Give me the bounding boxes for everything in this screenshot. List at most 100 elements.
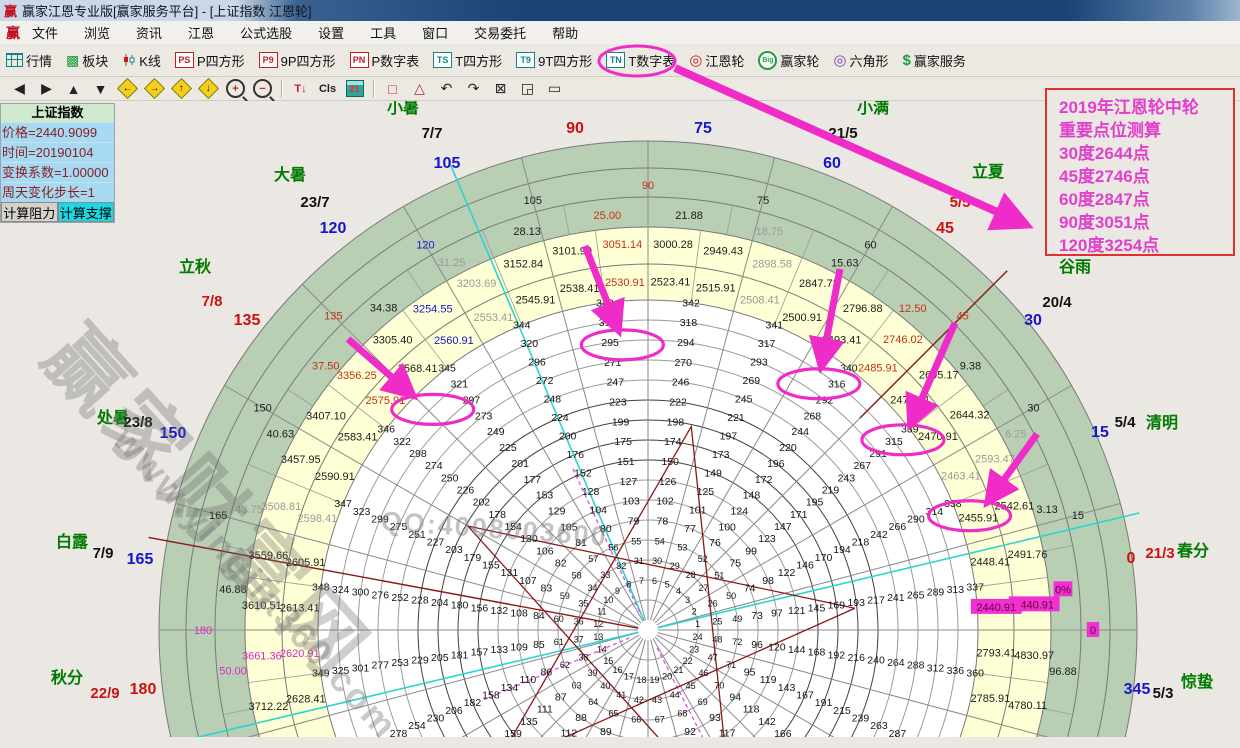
tool-cls-button[interactable]: Cls <box>314 79 341 99</box>
tool-calendar-button[interactable]: 21 <box>341 79 368 99</box>
toolbar-button-9p-square[interactable]: P99P四方形 <box>257 48 338 72</box>
menu-item-8[interactable]: 交易委托 <box>474 23 526 42</box>
svg-text:180: 180 <box>451 600 469 612</box>
svg-text:34.38: 34.38 <box>370 303 398 315</box>
svg-text:0%: 0% <box>1055 584 1071 596</box>
svg-text:143: 143 <box>778 682 796 694</box>
menu-item-5[interactable]: 设置 <box>318 23 344 42</box>
wheel-outer-label: 7/8 <box>202 293 223 310</box>
svg-text:240: 240 <box>867 655 885 667</box>
tool-draw-triangle-button[interactable]: △ <box>406 79 433 99</box>
svg-text:325: 325 <box>332 665 350 677</box>
svg-text:263: 263 <box>870 720 888 732</box>
menu-item-9[interactable]: 帮助 <box>552 23 578 42</box>
toolbar-button-quotes[interactable]: 行情 <box>4 48 54 72</box>
tool-screen-button[interactable]: ▭ <box>541 79 568 99</box>
svg-text:171: 171 <box>790 509 808 521</box>
tool-nav-prev-button[interactable]: ◀ <box>6 79 33 99</box>
toolbar-button-p-square[interactable]: PSP四方形 <box>173 48 247 72</box>
menu-item-7[interactable]: 窗口 <box>422 23 448 42</box>
svg-text:314: 314 <box>926 506 944 518</box>
svg-text:53: 53 <box>677 542 687 552</box>
menu-item-2[interactable]: 资讯 <box>136 23 162 42</box>
toolbar-button-hexagon[interactable]: ◎六角形 <box>831 48 890 72</box>
toolbar-button-sectors[interactable]: ▩板块 <box>64 48 110 72</box>
svg-text:152: 152 <box>574 467 592 479</box>
wheel-outer-label: 大暑 <box>274 165 306 184</box>
toolbar-button-t-number-table[interactable]: TNT数字表 <box>604 48 677 72</box>
toolbar-button-winner-service[interactable]: $赢家服务 <box>901 48 968 72</box>
menu-item-6[interactable]: 工具 <box>370 23 396 42</box>
svg-text:16: 16 <box>613 665 623 675</box>
kline-label: K线 <box>139 51 161 70</box>
toolbar-button-kline[interactable]: K线 <box>120 48 163 72</box>
tool-t-scale-button[interactable]: T↓ <box>287 79 314 99</box>
svg-text:318: 318 <box>680 317 698 329</box>
svg-text:341: 341 <box>766 320 784 332</box>
tool-pan-left-button[interactable]: ← <box>114 79 141 99</box>
svg-text:298: 298 <box>409 448 427 460</box>
svg-text:83: 83 <box>541 582 553 594</box>
svg-text:40: 40 <box>600 681 610 691</box>
svg-text:174: 174 <box>664 436 682 448</box>
tool-nav-up-button[interactable]: ▲ <box>60 79 87 99</box>
svg-text:3305.40: 3305.40 <box>373 334 413 346</box>
svg-text:105: 105 <box>560 521 578 533</box>
wheel-outer-label: 20/4 <box>1042 294 1072 311</box>
tool-draw-square-button[interactable]: □ <box>379 79 406 99</box>
wheel-outer-label: 21/5 <box>828 125 857 142</box>
svg-text:30: 30 <box>1027 403 1039 415</box>
toolbar-button-9t-square[interactable]: T99T四方形 <box>514 48 594 72</box>
tool-pan-up-button[interactable]: ↑ <box>168 79 195 99</box>
toolbar-button-t-square[interactable]: TST四方形 <box>431 48 504 72</box>
svg-text:215: 215 <box>833 705 851 717</box>
tool-rotate-ccw-button[interactable]: ↶ <box>433 79 460 99</box>
svg-text:223: 223 <box>609 396 627 408</box>
svg-text:130: 130 <box>520 533 538 545</box>
tool-rotate-cw-button[interactable]: ↷ <box>460 79 487 99</box>
svg-text:294: 294 <box>677 337 695 349</box>
svg-text:159: 159 <box>504 728 522 737</box>
tool-fit-button[interactable]: ◲ <box>514 79 541 99</box>
svg-text:28: 28 <box>686 570 696 580</box>
menu-item-0[interactable]: 文件 <box>32 23 58 42</box>
menu-item-4[interactable]: 公式选股 <box>240 23 292 42</box>
menu-item-1[interactable]: 浏览 <box>84 23 110 42</box>
tool-pan-down-button[interactable]: ↓ <box>195 79 222 99</box>
9p-square-icon: P9 <box>259 52 278 68</box>
toolbar-button-gann-wheel[interactable]: ◎江恩轮 <box>687 48 746 72</box>
tool-close-box-button[interactable]: ⊠ <box>487 79 514 99</box>
svg-text:243: 243 <box>838 472 856 484</box>
svg-text:2463.41: 2463.41 <box>941 470 981 482</box>
svg-text:42: 42 <box>634 695 644 705</box>
svg-text:249: 249 <box>487 426 505 438</box>
gann-wheel-chart-area[interactable]: 01530456075901051201351501651800%3.136.2… <box>0 101 1240 737</box>
svg-text:277: 277 <box>372 660 390 672</box>
tool-pan-right-button[interactable]: → <box>141 79 168 99</box>
svg-text:57: 57 <box>588 554 598 564</box>
tool-zoom-in-button[interactable]: + <box>222 79 249 99</box>
svg-text:43: 43 <box>652 695 662 705</box>
tool-nav-down-button[interactable]: ▼ <box>87 79 114 99</box>
tool-zoom-out-button[interactable]: − <box>249 79 276 99</box>
window-titlebar[interactable]: 赢 赢家江恩专业版[赢家服务平台] - [上证指数 江恩轮] <box>0 0 1240 21</box>
calc-resistance-button[interactable]: 计算阻力 <box>1 202 58 222</box>
svg-text:339: 339 <box>901 424 919 436</box>
svg-text:147: 147 <box>774 521 792 533</box>
svg-text:11: 11 <box>597 606 606 616</box>
svg-text:79: 79 <box>628 515 640 527</box>
tool-nav-next-button[interactable]: ▶ <box>33 79 60 99</box>
svg-text:245: 245 <box>735 394 753 406</box>
menu-item-3[interactable]: 江恩 <box>188 23 214 42</box>
svg-text:46.88: 46.88 <box>219 584 247 596</box>
toolbar-button-winner-wheel[interactable]: Big赢家轮 <box>756 48 821 72</box>
calc-support-button[interactable]: 计算支撑 <box>58 202 115 222</box>
wheel-outer-label: 谷雨 <box>1059 258 1091 276</box>
svg-text:252: 252 <box>391 592 409 604</box>
toolbar-button-p-number-table[interactable]: PNP数字表 <box>348 48 422 72</box>
svg-text:73: 73 <box>751 610 763 622</box>
svg-text:3254.55: 3254.55 <box>413 303 453 315</box>
svg-text:7: 7 <box>639 576 644 586</box>
p-number-table-icon: PN <box>350 52 369 68</box>
svg-text:226: 226 <box>457 484 475 496</box>
